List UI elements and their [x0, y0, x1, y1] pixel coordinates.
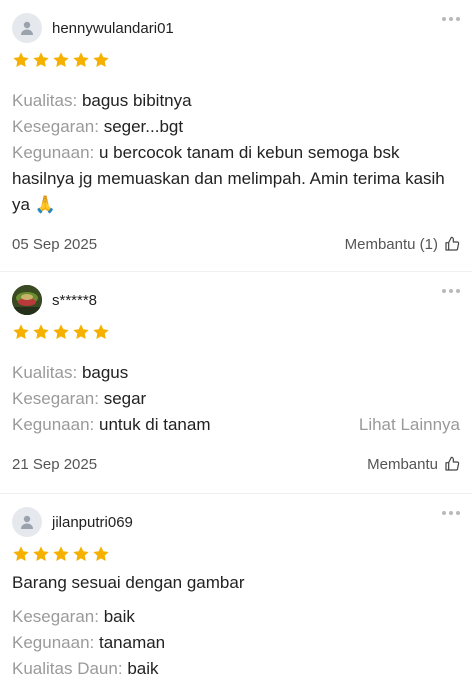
attribute-label: Kesegaran:	[12, 389, 99, 408]
review-attributes: Kualitas: bagus Kesegaran: segar Kegunaa…	[12, 360, 460, 438]
star-icon	[33, 546, 49, 561]
avatar[interactable]	[12, 507, 42, 537]
avatar[interactable]	[12, 13, 42, 43]
star-icon	[13, 52, 29, 67]
thumbs-up-icon	[445, 236, 460, 251]
attribute-value: tanaman	[98, 633, 166, 652]
star-rating	[12, 322, 460, 342]
attribute-value: bagus bibitnya	[81, 91, 192, 110]
thumbs-up-icon	[445, 456, 460, 471]
star-icon	[33, 324, 49, 339]
attribute-label: Kesegaran:	[12, 607, 99, 626]
attribute-row: Kualitas Daun: baik	[12, 656, 460, 682]
review-card: jilanputri069 Barang sesuai dengan gamba…	[0, 494, 472, 682]
helpful-button[interactable]: Membantu	[367, 456, 460, 473]
attribute-row: Kualitas: bagus	[12, 360, 460, 386]
more-options-icon[interactable]	[442, 14, 464, 24]
review-card: hennywulandari01 Kualitas: bagus bibitny…	[0, 0, 472, 272]
star-rating	[12, 50, 460, 70]
person-icon	[21, 21, 33, 35]
star-icon	[93, 546, 109, 561]
attribute-row: Kesegaran: baik	[12, 604, 460, 630]
review-header: jilanputri069	[12, 506, 460, 538]
more-options-icon[interactable]	[442, 286, 464, 296]
helpful-label: Membantu	[367, 455, 438, 473]
attribute-label: Kegunaan:	[12, 415, 95, 434]
review-footer: 21 Sep 2025 Membantu	[12, 438, 460, 490]
review-card: s*****8 Kualitas: bagus Kesegaran: segar…	[0, 272, 472, 494]
helpful-label: Membantu (1)	[344, 235, 438, 253]
review-comment: Barang sesuai dengan gambar	[12, 573, 245, 592]
star-icon	[13, 324, 29, 339]
attribute-label: Kesegaran:	[12, 117, 99, 136]
review-date: 05 Sep 2025	[12, 235, 98, 253]
attribute-row: Kesegaran: seger...bgt	[12, 114, 460, 140]
attribute-value: baik	[127, 659, 159, 678]
profile-photo[interactable]	[12, 285, 42, 315]
attribute-row: Kegunaan: tanaman	[12, 630, 460, 656]
review-footer: 05 Sep 2025 Membantu (1)	[12, 218, 460, 270]
attribute-label: Kegunaan:	[12, 633, 95, 652]
star-icon	[73, 546, 89, 561]
review-date: 21 Sep 2025	[12, 455, 98, 473]
attribute-label: Kegunaan:	[12, 143, 95, 162]
star-icon	[73, 52, 89, 67]
star-icon	[53, 546, 69, 561]
see-more-link[interactable]: Lihat Lainnya	[359, 412, 460, 438]
attribute-label: Kualitas:	[12, 363, 78, 382]
star-icon	[53, 52, 69, 67]
attribute-label: Kualitas Daun:	[12, 659, 123, 678]
star-icon	[93, 324, 109, 339]
attribute-value: baik	[103, 607, 135, 626]
username[interactable]: jilanputri069	[52, 514, 133, 531]
star-rating	[12, 544, 460, 564]
star-icon	[93, 52, 109, 67]
review-attributes: Kualitas: bagus bibitnya Kesegaran: sege…	[12, 88, 460, 218]
review-header: s*****8	[12, 284, 460, 316]
attribute-value: bagus	[81, 363, 129, 382]
attribute-row: Kualitas: bagus bibitnya	[12, 88, 460, 114]
star-icon	[53, 324, 69, 339]
star-icon	[33, 52, 49, 67]
attribute-row: Kegunaan: u bercocok tanam di kebun semo…	[12, 140, 460, 218]
more-options-icon[interactable]	[442, 508, 464, 518]
attribute-value: segar	[103, 389, 147, 408]
star-icon	[73, 324, 89, 339]
review-header: hennywulandari01	[12, 12, 460, 44]
attribute-row: Kegunaan: untuk di tanam Lihat Lainnya	[12, 412, 460, 438]
username[interactable]: hennywulandari01	[52, 20, 174, 37]
profile-photo-image	[12, 285, 42, 315]
review-attributes: Kesegaran: baik Kegunaan: tanaman Kualit…	[12, 604, 460, 682]
attribute-row: Kesegaran: segar	[12, 386, 460, 412]
helpful-button[interactable]: Membantu (1)	[345, 236, 460, 253]
attribute-label: Kualitas:	[12, 91, 78, 110]
star-icon	[13, 546, 29, 561]
username[interactable]: s*****8	[52, 292, 97, 309]
person-icon	[21, 515, 33, 529]
attribute-value: untuk di tanam	[98, 415, 211, 434]
attribute-value: seger...bgt	[103, 117, 184, 136]
